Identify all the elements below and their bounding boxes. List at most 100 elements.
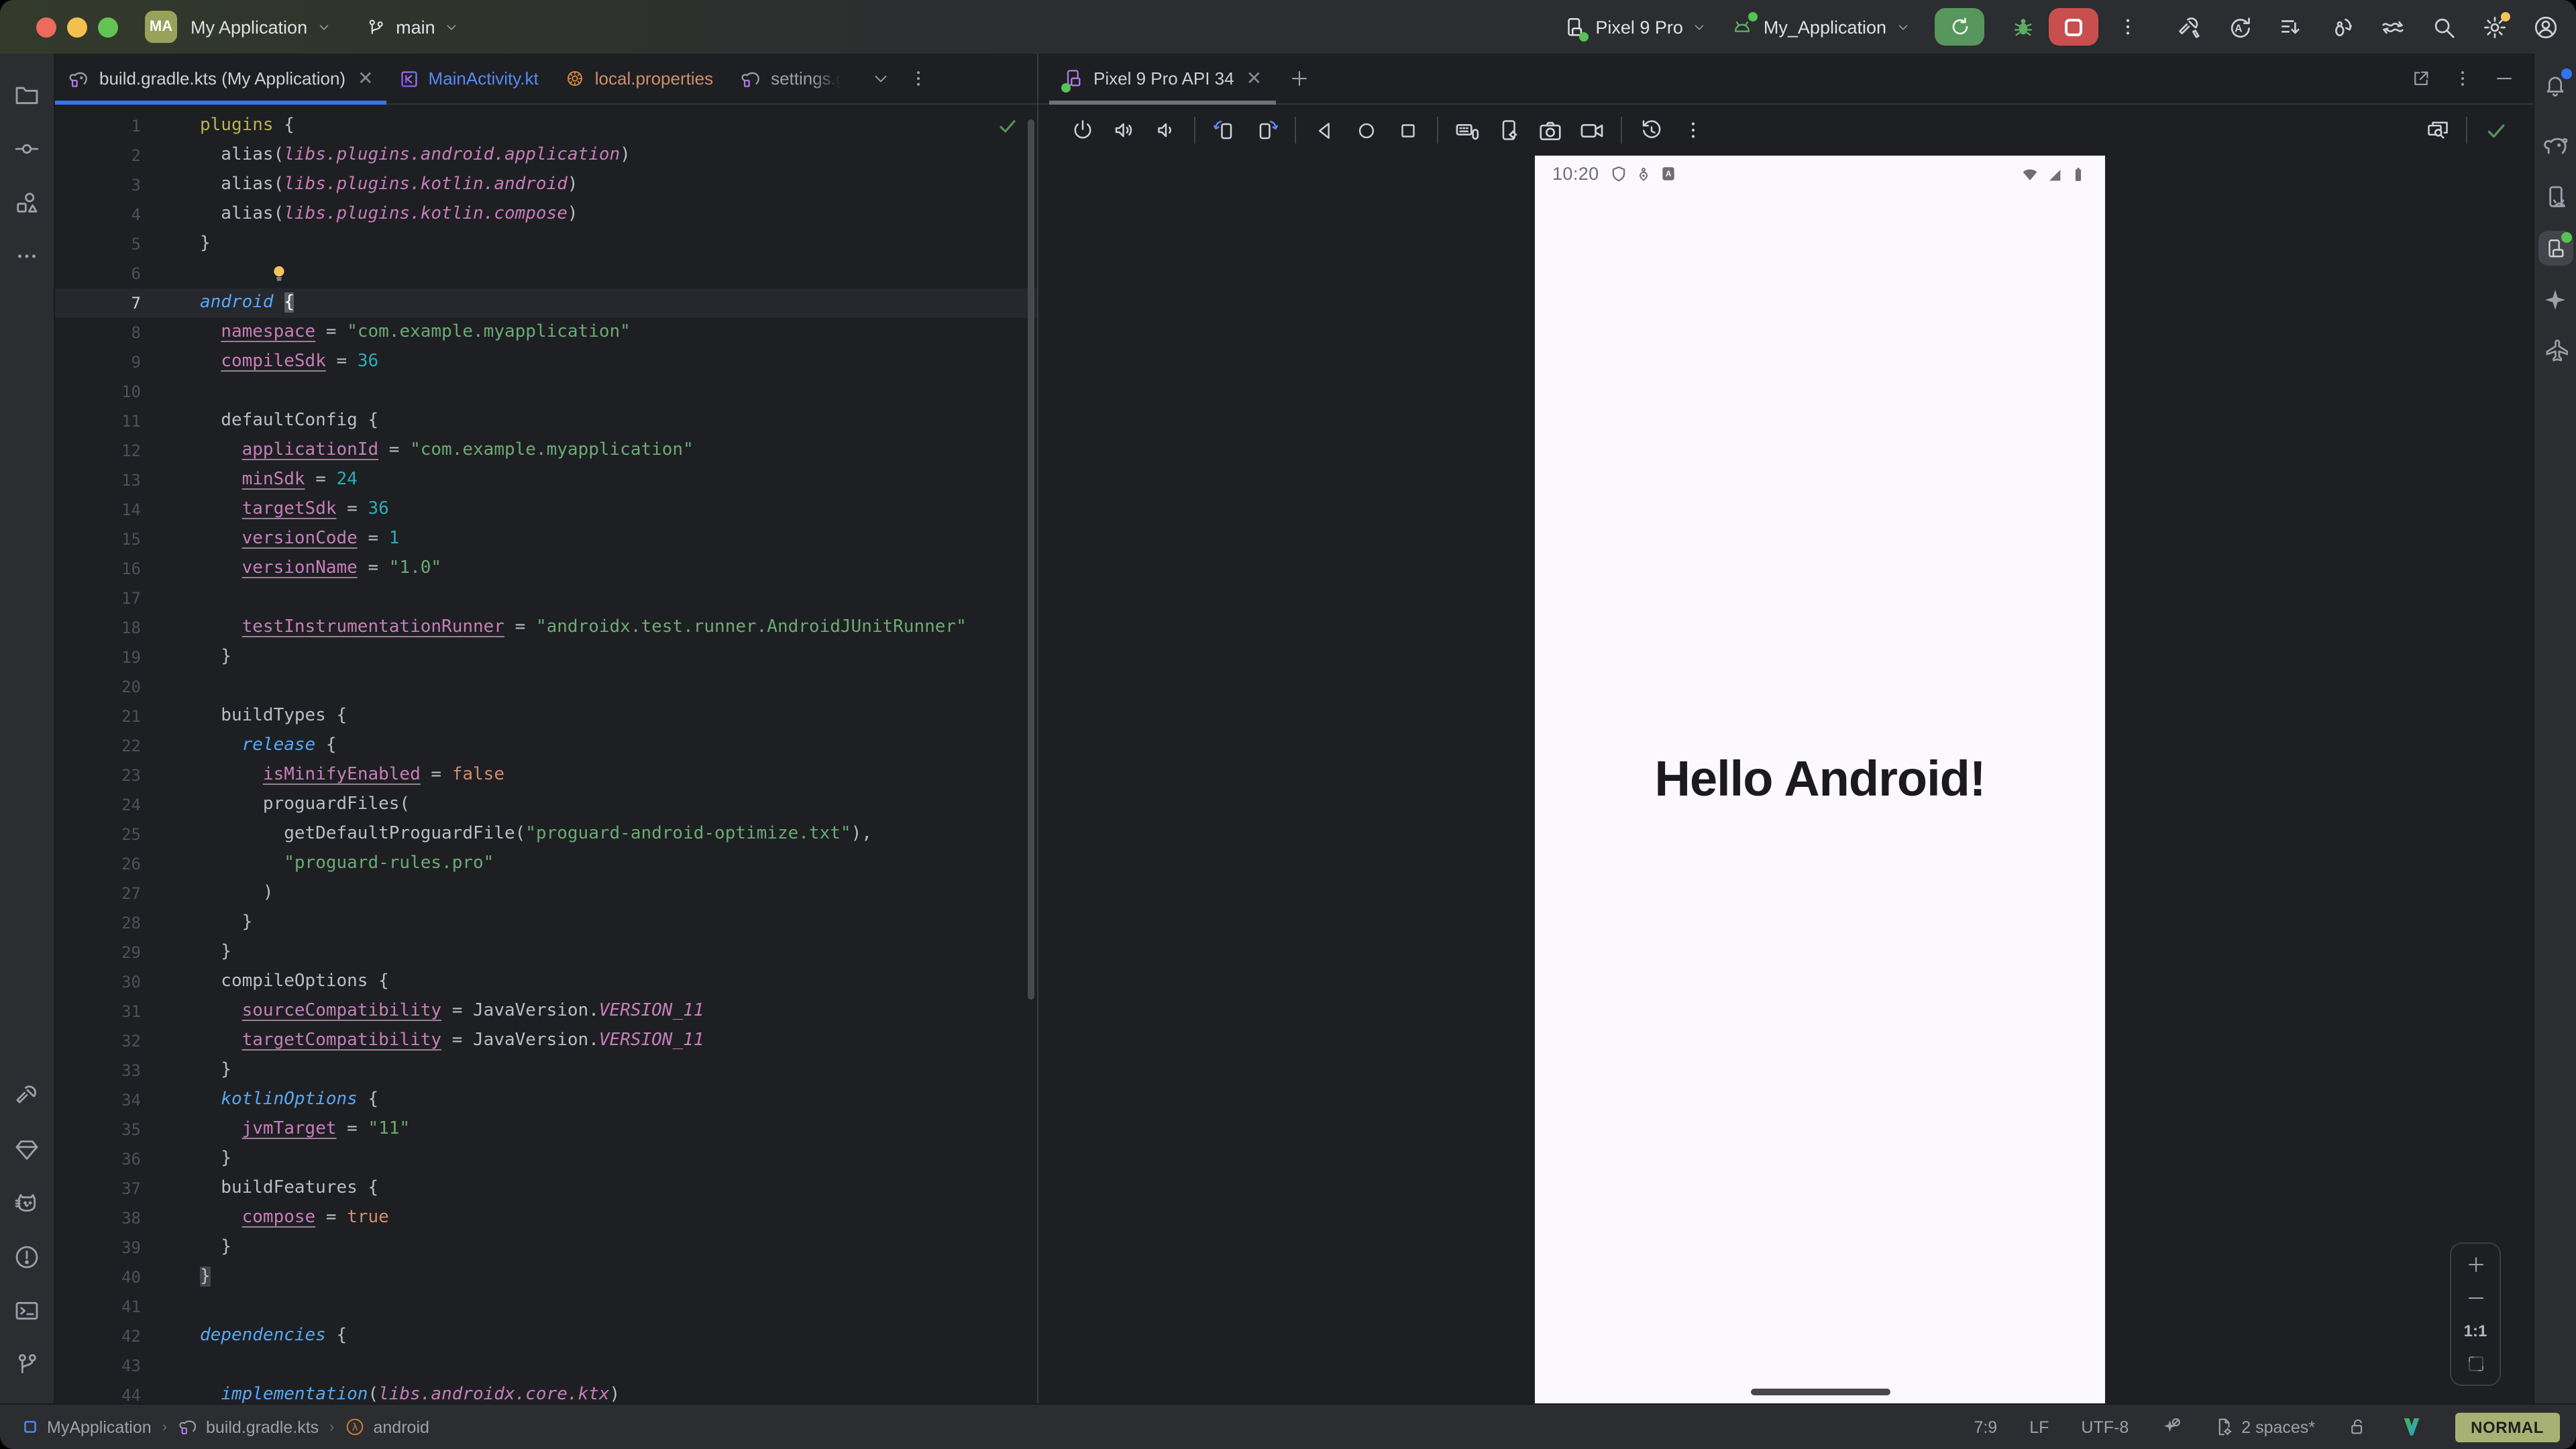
tab-build-gradle-kts[interactable]: build.gradle.kts (My Application) ✕: [55, 54, 387, 103]
code-line-29[interactable]: 29 }: [55, 938, 1037, 967]
screenshot-button[interactable]: [1529, 111, 1571, 149]
code-line-33[interactable]: 33 }: [55, 1056, 1037, 1085]
code-line-19[interactable]: 19 }: [55, 643, 1037, 672]
hide-pane-icon[interactable]: [2494, 68, 2514, 89]
tabs-more-vertical-icon[interactable]: [908, 68, 928, 89]
terminal-tool-button[interactable]: [0, 1284, 54, 1338]
code-line-20[interactable]: 20: [55, 672, 1037, 702]
run-configuration-selector[interactable]: My_Application: [1731, 15, 1911, 38]
code-line-18[interactable]: 18 testInstrumentationRunner = "androidx…: [55, 613, 1037, 643]
code-line-44[interactable]: 44 implementation(libs.androidx.core.ktx…: [55, 1381, 1037, 1405]
project-tool-button[interactable]: [0, 68, 54, 122]
indent-widget[interactable]: 2 spaces*: [2213, 1417, 2315, 1437]
code-line-40[interactable]: 40}: [55, 1263, 1037, 1292]
tabs-chevron-down-icon[interactable]: [872, 70, 890, 87]
code-line-30[interactable]: 30 compileOptions {: [55, 967, 1037, 997]
lock-widget[interactable]: [2347, 1417, 2367, 1437]
code-line-24[interactable]: 24 proguardFiles(: [55, 790, 1037, 820]
window-zoom-button[interactable]: [2416, 111, 2458, 149]
volume-up-button[interactable]: [1103, 111, 1144, 149]
caret-position-widget[interactable]: 7:9: [1974, 1417, 1997, 1436]
gemini-tool-button[interactable]: [2534, 274, 2576, 325]
code-line-4[interactable]: 4 alias(libs.plugins.kotlin.compose): [55, 200, 1037, 229]
hardware-input-button[interactable]: [1446, 111, 1488, 149]
gesture-navigation-pill[interactable]: [1750, 1389, 1890, 1395]
android-home-button[interactable]: [1346, 111, 1387, 149]
more-run-options-button[interactable]: [2112, 7, 2144, 47]
code-line-11[interactable]: 11 defaultConfig {: [55, 407, 1037, 436]
android-back-button[interactable]: [1304, 111, 1346, 149]
tab-local-properties[interactable]: local.properties: [552, 54, 727, 103]
intention-lightbulb-icon[interactable]: [270, 262, 288, 284]
device-selector[interactable]: Pixel 9 Pro: [1563, 15, 1707, 38]
new-device-tab-button[interactable]: [1275, 54, 1322, 103]
code-line-35[interactable]: 35 jvmTarget = "11": [55, 1115, 1037, 1144]
ai-assistant-disabled-widget[interactable]: [2161, 1417, 2181, 1437]
gradle-tool-button[interactable]: [2534, 121, 2576, 172]
code-line-42[interactable]: 42dependencies {: [55, 1322, 1037, 1351]
code-line-23[interactable]: 23 isMinifyEnabled = false: [55, 761, 1037, 790]
fit-to-window-button[interactable]: [2465, 1354, 2485, 1374]
rerun-button[interactable]: [1935, 8, 1984, 46]
zoom-ratio-button[interactable]: 1:1: [2464, 1322, 2487, 1340]
apply-changes-restart-button[interactable]: A: [2214, 7, 2265, 47]
tab-settings-gradle[interactable]: settings.g: [727, 54, 859, 103]
line-separator-widget[interactable]: LF: [2029, 1417, 2049, 1436]
pane-more-vertical-icon[interactable]: [2453, 68, 2473, 89]
code-line-25[interactable]: 25 getDefaultProguardFile("proguard-andr…: [55, 820, 1037, 849]
code-line-26[interactable]: 26 "proguard-rules.pro": [55, 849, 1037, 879]
app-quality-insights-tool-button[interactable]: [0, 1123, 54, 1177]
search-everywhere-button[interactable]: [2418, 7, 2469, 47]
code-line-41[interactable]: 41: [55, 1292, 1037, 1322]
screen-record-button[interactable]: [1571, 111, 1613, 149]
commit-tool-button[interactable]: [0, 122, 54, 176]
code-line-32[interactable]: 32 targetCompatibility = JavaVersion.VER…: [55, 1026, 1037, 1056]
code-line-21[interactable]: 21 buildTypes {: [55, 702, 1037, 731]
more-tool-windows-button[interactable]: [0, 229, 54, 283]
device-settings-button[interactable]: [1488, 111, 1529, 149]
code-line-34[interactable]: 34 kotlinOptions {: [55, 1085, 1037, 1115]
tab-mainactivity-kt[interactable]: MainActivity.kt: [387, 54, 552, 103]
open-in-new-window-icon[interactable]: [2411, 68, 2431, 89]
code-line-36[interactable]: 36 }: [55, 1144, 1037, 1174]
encoding-widget[interactable]: UTF-8: [2081, 1417, 2129, 1436]
inspection-status-widget[interactable]: [997, 115, 1018, 137]
logcat-tool-button[interactable]: [0, 1177, 54, 1230]
vcs-branch-selector[interactable]: main: [366, 17, 460, 37]
code-area[interactable]: 1plugins {2 alias(libs.plugins.android.a…: [55, 105, 1037, 1405]
code-line-2[interactable]: 2 alias(libs.plugins.android.application…: [55, 141, 1037, 170]
stop-button[interactable]: [2049, 8, 2098, 46]
code-line-22[interactable]: 22 release {: [55, 731, 1037, 761]
sync-button[interactable]: [2367, 7, 2418, 47]
code-line-14[interactable]: 14 targetSdk = 36: [55, 495, 1037, 525]
running-devices-tool-button-active[interactable]: [2534, 223, 2576, 274]
code-line-28[interactable]: 28 }: [55, 908, 1037, 938]
rotate-right-button[interactable]: [1245, 111, 1287, 149]
device-more-button[interactable]: [1672, 111, 1713, 149]
code-line-15[interactable]: 15 versionCode = 1: [55, 525, 1037, 554]
breadcrumb-element[interactable]: λ android: [345, 1417, 429, 1437]
code-line-8[interactable]: 8 namespace = "com.example.myapplication…: [55, 318, 1037, 347]
close-tab-icon[interactable]: ✕: [1246, 67, 1262, 90]
close-tab-icon[interactable]: ✕: [358, 67, 373, 90]
project-selector[interactable]: My Application: [191, 17, 331, 37]
resource-manager-tool-button[interactable]: [0, 176, 54, 229]
minimize-window-button[interactable]: [67, 17, 87, 37]
profiler-button[interactable]: [2316, 7, 2367, 47]
code-line-38[interactable]: 38 compose = true: [55, 1203, 1037, 1233]
zoom-in-button[interactable]: [2465, 1254, 2485, 1275]
code-line-1[interactable]: 1plugins {: [55, 111, 1037, 141]
reset-view-button[interactable]: [1630, 111, 1672, 149]
maximize-window-button[interactable]: [98, 17, 118, 37]
zoom-out-button[interactable]: [2465, 1288, 2485, 1308]
code-line-27[interactable]: 27 ): [55, 879, 1037, 908]
settings-button[interactable]: [2469, 7, 2520, 47]
code-line-5[interactable]: 5}: [55, 229, 1037, 259]
code-line-6[interactable]: 6: [55, 259, 1037, 288]
problems-tool-button[interactable]: [0, 1230, 54, 1284]
breadcrumb-file[interactable]: build.gradle.kts: [178, 1417, 319, 1437]
notifications-button[interactable]: [2534, 59, 2576, 110]
code-line-16[interactable]: 16 versionName = "1.0": [55, 554, 1037, 584]
code-line-43[interactable]: 43: [55, 1351, 1037, 1381]
code-line-9[interactable]: 9 compileSdk = 36: [55, 347, 1037, 377]
